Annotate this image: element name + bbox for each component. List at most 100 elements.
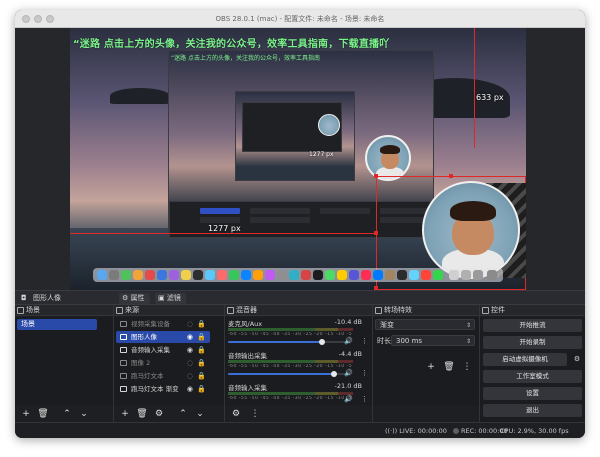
app-icon — [361, 270, 371, 280]
start-virtual-camera-button[interactable]: 启动虚拟摄像机 — [483, 353, 567, 366]
speaker-icon[interactable]: 🔊 — [344, 395, 353, 403]
channel-db: -10.4 dB — [334, 318, 362, 326]
source-row[interactable]: 音频输入采集 ◉ 🔒 — [116, 344, 210, 356]
start-streaming-button[interactable]: 开始推流 — [483, 319, 582, 332]
move-up-button[interactable]: ⌃ — [61, 408, 73, 420]
meter-ticks: -60 -55 -50 -45 -40 -35 -30 -25 -20 -15 … — [228, 396, 353, 401]
source-label: 视频采集设备 — [131, 320, 170, 328]
mixer-menu-icon[interactable]: ⋮ — [249, 408, 261, 420]
source-context-bar: ◘ 图形人像 ⚙ 属性 ▣ 滤镜 — [15, 290, 585, 305]
left-guide-line — [70, 233, 376, 234]
image-icon — [120, 360, 127, 366]
duration-input[interactable]: 300 ms ⇕ — [391, 335, 475, 346]
source-properties-button[interactable]: ⚙ — [153, 408, 165, 420]
channel-name: 音频输出采集 — [228, 352, 267, 360]
transition-select[interactable]: 渐变 ⇕ — [375, 319, 475, 330]
nested-width-label: 1277 px — [309, 151, 334, 158]
app-icon — [121, 270, 131, 280]
start-recording-button[interactable]: 开始录制 — [483, 336, 582, 349]
lock-icon[interactable]: 🔒 — [197, 383, 206, 395]
speaker-icon[interactable]: 🔊 — [344, 337, 353, 345]
lock-icon[interactable]: 🔒 — [197, 318, 206, 330]
sources-header: 来源 — [114, 305, 224, 316]
nested-avatar — [318, 114, 340, 136]
studio-mode-button[interactable]: 工作室模式 — [483, 370, 582, 383]
scenes-icon — [17, 307, 24, 314]
channel-menu-icon[interactable]: ⋮ — [361, 395, 368, 403]
live-time: LIVE: 00:00:00 — [399, 427, 447, 435]
exit-button[interactable]: 退出 — [483, 404, 582, 417]
scenes-toolbar: + 🗑 ⌃ ⌄ — [15, 406, 113, 422]
controls-header: 控件 — [480, 305, 585, 316]
scenes-header: 场景 — [15, 305, 113, 316]
nested-avatar — [365, 135, 411, 181]
eye-hidden-icon[interactable]: ◌ — [187, 370, 193, 382]
resize-handle[interactable] — [374, 231, 378, 235]
macos-dock — [93, 268, 503, 282]
avatar-source[interactable] — [422, 181, 520, 279]
remove-source-button[interactable]: 🗑 — [136, 408, 148, 420]
eye-hidden-icon[interactable]: ◌ — [187, 357, 193, 369]
title-bar: OBS 28.0.1 (mac) - 配置文件: 未命名 - 场景: 未命名 — [15, 10, 585, 28]
app-icon — [217, 270, 227, 280]
add-source-button[interactable]: + — [119, 408, 131, 420]
sources-panel: 来源 视频采集设备 ◌ 🔒 图形人像 ◉ 🔒 音频输入采集 ◉ 🔒 图像 2 ◌… — [114, 305, 225, 422]
app-icon — [397, 270, 407, 280]
resize-handle[interactable] — [374, 174, 378, 178]
lock-icon[interactable]: 🔒 — [197, 344, 206, 356]
source-row[interactable]: 视频采集设备 ◌ 🔒 — [116, 318, 210, 330]
mixer-icon — [227, 307, 234, 314]
transitions-panel: 转场特效 渐变 ⇕ 时长 300 ms ⇕ + 🗑 ⋮ — [373, 305, 480, 422]
move-down-button[interactable]: ⌄ — [194, 408, 206, 420]
add-scene-button[interactable]: + — [20, 408, 32, 420]
lock-icon[interactable]: 🔒 — [197, 331, 206, 343]
avatar-hair — [450, 201, 496, 221]
status-bar: ((·)) LIVE: 00:00:00 REC: 00:00:00 CPU: … — [15, 422, 585, 438]
app-icon — [449, 270, 459, 280]
add-transition-button[interactable]: + — [425, 361, 437, 373]
eye-hidden-icon[interactable]: ◌ — [187, 318, 193, 330]
advanced-audio-icon[interactable]: ⚙ — [230, 408, 242, 420]
updown-icon: ⇕ — [465, 338, 471, 345]
record-dot-icon — [453, 428, 459, 434]
eye-icon[interactable]: ◉ — [187, 383, 193, 395]
source-label: 图形人像 — [131, 333, 157, 341]
broadcast-icon: ((·)) — [385, 427, 398, 435]
lock-icon[interactable]: 🔒 — [197, 370, 206, 382]
updown-icon: ⇕ — [465, 322, 471, 329]
resize-handle[interactable] — [449, 174, 453, 178]
app-icon — [301, 270, 311, 280]
scenes-list — [15, 317, 113, 405]
preview-area[interactable]: “迷路 点击上方的头像，关注我的公众号，效率工具指南，下载直播吖 “迷路 点击上… — [15, 28, 585, 290]
source-row[interactable]: 跑马灯文本 ◌ 🔒 — [116, 370, 210, 382]
filters-button[interactable]: ▣ 滤镜 — [155, 293, 186, 304]
channel-menu-icon[interactable]: ⋮ — [361, 337, 368, 345]
scene-item[interactable]: 场景 — [17, 319, 97, 330]
speaker-icon[interactable]: 🔊 — [344, 369, 353, 377]
source-row[interactable]: 图像 2 ◌ 🔒 — [116, 357, 210, 369]
move-up-button[interactable]: ⌃ — [177, 408, 189, 420]
lock-icon[interactable]: 🔒 — [197, 357, 206, 369]
source-row[interactable]: 跑马灯文本 渐变 ◉ 🔒 — [116, 383, 210, 395]
volume-slider[interactable] — [228, 371, 346, 377]
volume-meter — [228, 392, 353, 395]
mixer-header: 混音器 — [225, 305, 372, 316]
source-row-selected[interactable]: 图形人像 ◉ 🔒 — [116, 331, 210, 343]
remove-transition-button[interactable]: 🗑 — [443, 361, 455, 373]
remove-scene-button[interactable]: 🗑 — [37, 408, 49, 420]
transitions-icon — [375, 307, 382, 314]
preview-canvas[interactable]: “迷路 点击上方的头像，关注我的公众号，效率工具指南，下载直播吖 “迷路 点击上… — [70, 28, 526, 290]
camera-icon — [120, 334, 127, 340]
channel-db: -4.4 dB — [338, 350, 362, 358]
transitions-title: 转场特效 — [384, 306, 412, 314]
transition-menu-icon[interactable]: ⋮ — [461, 361, 473, 373]
sources-title: 来源 — [125, 306, 139, 314]
volume-slider[interactable] — [228, 339, 346, 345]
move-down-button[interactable]: ⌄ — [78, 408, 90, 420]
eye-icon[interactable]: ◉ — [187, 344, 193, 356]
channel-menu-icon[interactable]: ⋮ — [361, 369, 368, 377]
properties-button[interactable]: ⚙ 属性 — [119, 293, 150, 304]
gear-icon[interactable]: ⚙ — [572, 353, 582, 366]
settings-button[interactable]: 设置 — [483, 387, 582, 400]
eye-icon[interactable]: ◉ — [187, 331, 193, 343]
